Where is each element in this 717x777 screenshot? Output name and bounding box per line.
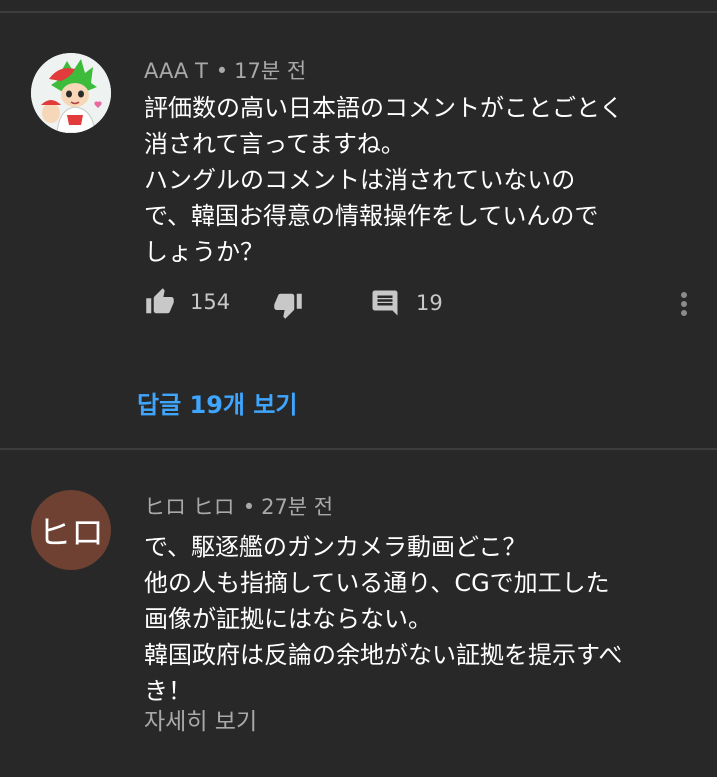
reply-button[interactable]: 19 [370,288,443,318]
comment-line: で、駆逐艦のガンカメラ動画どこ？ [144,533,527,561]
author-name[interactable]: ヒロ ヒロ [144,495,235,519]
comment-line: 消されて言ってますね。 [144,130,405,158]
comment-body: 評価数の高い日本語のコメントがことごとく 消されて言ってますね。 ハングルのコメ… [144,90,704,270]
comment-line: で、韓国お得意の情報操作をしていんので [144,202,599,230]
author-name[interactable]: AAA T [144,59,208,83]
read-more-link[interactable]: 자세히 보기 [144,702,257,736]
comment-line: 韓国政府は反論の余地がない証拠を提示すべ [144,641,623,669]
comment-meta: AAA T • 17분 전 [144,55,306,85]
comment-line: しょうか？ [144,238,264,266]
timestamp[interactable]: 17분 전 [234,59,306,83]
anime-character-avatar-icon [31,53,111,133]
comment-line: 他の人も指摘している通り、CGで加工した [144,569,610,597]
comment-body: で、駆逐艦のガンカメラ動画どこ？ 他の人も指摘している通り、CGで加工した 画像… [144,529,704,709]
comment-line: 評価数の高い日本語のコメントがことごとく [144,94,624,122]
meta-separator: • [242,495,256,519]
comment-divider [0,448,717,450]
dislike-button[interactable] [272,290,304,320]
like-count: 154 [190,290,231,314]
thumbs-up-icon [146,288,174,314]
comment-line: 画像が証拠にはならない。 [144,605,432,633]
reply-count: 19 [416,291,443,315]
top-divider [0,11,717,13]
more-vert-icon [681,292,687,316]
avatar[interactable] [31,53,111,133]
avatar-initials: ヒロ [38,513,104,552]
view-replies-link[interactable]: 답글 19개 보기 [137,385,298,420]
like-button[interactable]: 154 [144,287,230,317]
avatar[interactable]: ヒロ [31,490,111,570]
thumbs-down-icon [274,293,302,319]
more-actions-button[interactable] [678,290,690,320]
reply-comment-icon [372,290,398,316]
comment-meta: ヒロ ヒロ • 27분 전 [144,491,333,521]
timestamp[interactable]: 27분 전 [261,495,333,519]
comment-line: ハングルのコメントは消されていないの [144,166,576,194]
meta-separator: • [215,59,229,83]
